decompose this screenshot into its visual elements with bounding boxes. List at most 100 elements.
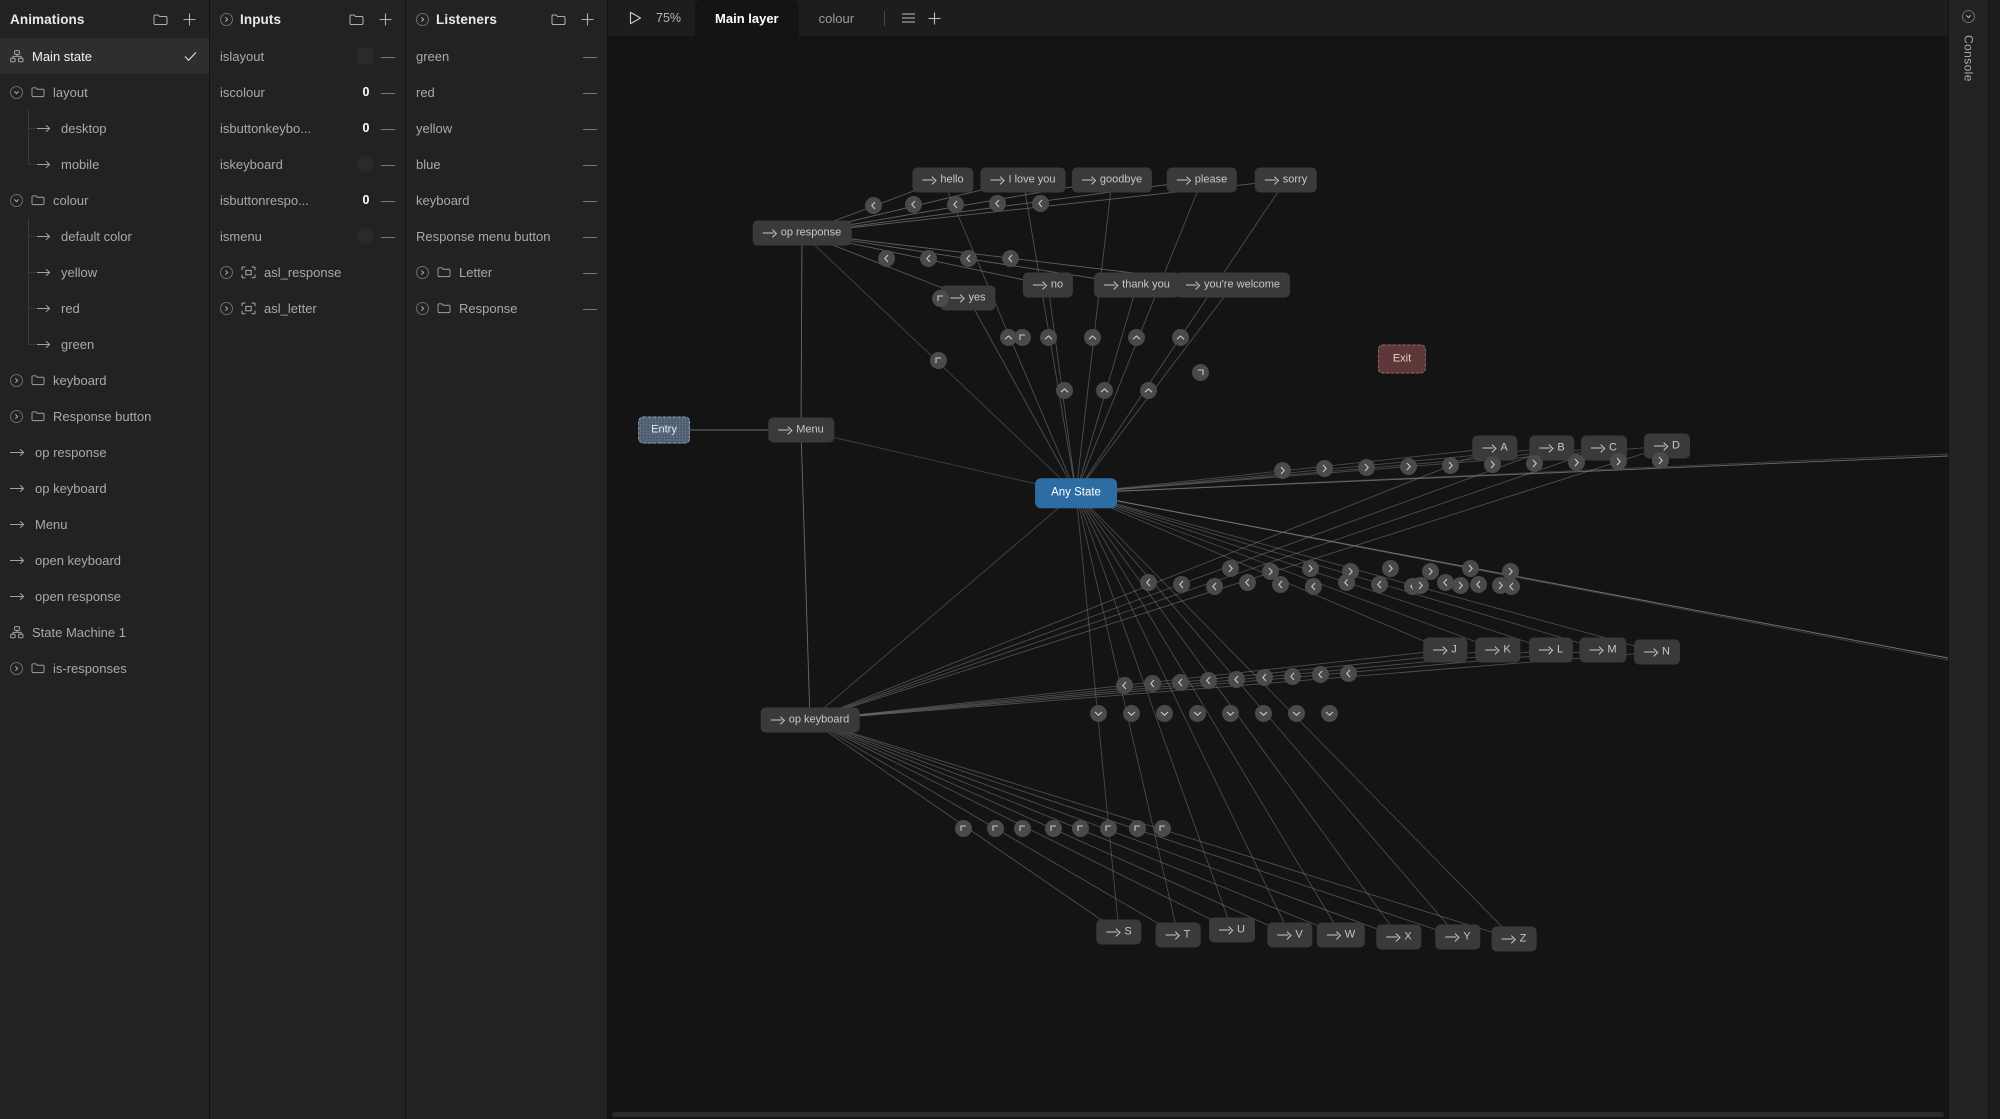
- transition-marker-icon[interactable]: [1399, 458, 1417, 476]
- transition-marker-icon[interactable]: [1381, 559, 1399, 577]
- tab-colour[interactable]: colour: [799, 0, 874, 36]
- listeners-item-response-menu-button[interactable]: Response menu button —: [406, 218, 607, 254]
- transition-marker-icon[interactable]: [1261, 562, 1279, 580]
- transition-marker-icon[interactable]: [1139, 381, 1157, 399]
- plus-icon[interactable]: [378, 12, 393, 27]
- transition-marker-icon[interactable]: [1039, 328, 1057, 346]
- inputs-item-iscolour[interactable]: iscolour 0 —: [210, 74, 405, 110]
- transition-marker-icon[interactable]: [1099, 819, 1117, 837]
- inputs-item-isbuttonrespo-[interactable]: isbuttonrespo... 0 —: [210, 182, 405, 218]
- inputs-item-value[interactable]: 0: [359, 193, 373, 207]
- graph-node-hello[interactable]: hello: [912, 167, 974, 193]
- graph-node-thankyou[interactable]: thank you: [1094, 272, 1180, 298]
- graph-node-u[interactable]: U: [1209, 917, 1255, 943]
- transition-marker-icon[interactable]: [1122, 704, 1140, 722]
- transition-marker-icon[interactable]: [929, 351, 947, 369]
- transition-marker-icon[interactable]: [1411, 576, 1429, 594]
- transition-marker-icon[interactable]: [877, 249, 895, 267]
- chevron-down-icon[interactable]: [1962, 10, 1975, 23]
- zoom-level[interactable]: 75%: [650, 11, 695, 25]
- listeners-item-red[interactable]: red —: [406, 74, 607, 110]
- horizontal-scrollbar[interactable]: [608, 1112, 1948, 1117]
- graph-node-menu[interactable]: Menu: [768, 417, 834, 443]
- transition-marker-icon[interactable]: [931, 289, 949, 307]
- transition-marker-icon[interactable]: [988, 195, 1006, 212]
- listeners-item-yellow[interactable]: yellow —: [406, 110, 607, 146]
- transition-marker-icon[interactable]: [1609, 452, 1627, 470]
- plus-icon[interactable]: [182, 12, 197, 27]
- animations-item-open-keyboard[interactable]: open keyboard: [0, 542, 209, 578]
- listeners-item-trailing[interactable]: —: [583, 229, 597, 243]
- transition-marker-icon[interactable]: [999, 328, 1017, 346]
- graph-node-no[interactable]: no: [1022, 272, 1074, 298]
- inputs-item-isbuttonkeybo-[interactable]: isbuttonkeybo... 0 —: [210, 110, 405, 146]
- listeners-item-keyboard[interactable]: keyboard —: [406, 182, 607, 218]
- chevron-right-icon[interactable]: [416, 12, 429, 26]
- inputs-item-toggle[interactable]: [357, 48, 373, 64]
- transition-marker-icon[interactable]: [1128, 819, 1146, 837]
- transition-marker-icon[interactable]: [1525, 454, 1543, 472]
- transition-marker-icon[interactable]: [1461, 559, 1479, 577]
- transition-marker-icon[interactable]: [959, 250, 977, 268]
- transition-marker-icon[interactable]: [1441, 457, 1459, 475]
- transition-marker-icon[interactable]: [946, 195, 964, 213]
- transition-marker-icon[interactable]: [1191, 363, 1209, 381]
- listeners-item-letter[interactable]: Letter —: [406, 254, 607, 290]
- transition-marker-icon[interactable]: [1055, 381, 1073, 399]
- transition-marker-icon[interactable]: [1451, 576, 1469, 594]
- chevron-right-icon[interactable]: [220, 265, 233, 279]
- transition-marker-icon[interactable]: [1071, 819, 1089, 837]
- transition-marker-icon[interactable]: [1083, 328, 1101, 346]
- inputs-item-asl-response[interactable]: asl_response: [210, 254, 405, 290]
- inputs-item-value[interactable]: 0: [359, 121, 373, 135]
- graph-node-please[interactable]: please: [1166, 167, 1238, 193]
- graph-node-exit[interactable]: Exit: [1377, 344, 1427, 374]
- transition-marker-icon[interactable]: [1339, 664, 1357, 682]
- transition-marker-icon[interactable]: [1227, 670, 1245, 688]
- transition-marker-icon[interactable]: [1199, 672, 1217, 689]
- transition-marker-icon[interactable]: [1273, 461, 1291, 479]
- graph-node-iloveyou[interactable]: I love you: [980, 167, 1066, 193]
- graph-node-sorry[interactable]: sorry: [1254, 167, 1318, 193]
- inputs-item-islayout[interactable]: islayout —: [210, 38, 405, 74]
- graph-node-x[interactable]: X: [1376, 924, 1422, 950]
- folder-icon[interactable]: [349, 13, 364, 26]
- graph-node-y[interactable]: Y: [1435, 924, 1481, 950]
- inputs-item-trailing[interactable]: —: [381, 157, 395, 171]
- chevron-right-icon[interactable]: [10, 409, 23, 423]
- transition-marker-icon[interactable]: [1254, 704, 1272, 722]
- transition-marker-icon[interactable]: [1205, 577, 1223, 595]
- transition-marker-icon[interactable]: [954, 819, 972, 837]
- animations-item-desktop[interactable]: desktop: [0, 110, 209, 146]
- transition-marker-icon[interactable]: [1255, 669, 1273, 686]
- chevron-right-icon[interactable]: [10, 373, 23, 387]
- listeners-item-trailing[interactable]: —: [583, 121, 597, 135]
- transition-marker-icon[interactable]: [1320, 704, 1338, 722]
- transition-marker-icon[interactable]: [1171, 673, 1189, 691]
- transition-marker-icon[interactable]: [1031, 194, 1049, 212]
- chevron-down-icon[interactable]: [10, 85, 23, 99]
- layers-menu-icon[interactable]: [895, 12, 921, 24]
- transition-marker-icon[interactable]: [1095, 381, 1113, 399]
- listeners-item-trailing[interactable]: —: [583, 157, 597, 171]
- chevron-right-icon[interactable]: [416, 265, 429, 279]
- inputs-item-toggle[interactable]: [357, 156, 373, 172]
- transition-marker-icon[interactable]: [1238, 573, 1256, 591]
- graph-node-m[interactable]: M: [1579, 637, 1627, 663]
- animations-item-colour[interactable]: colour: [0, 182, 209, 218]
- animations-item-red[interactable]: red: [0, 290, 209, 326]
- transition-marker-icon[interactable]: [1089, 704, 1107, 722]
- transition-marker-icon[interactable]: [1491, 576, 1509, 594]
- graph-node-entry[interactable]: Entry: [638, 416, 690, 444]
- graph-node-s[interactable]: S: [1096, 919, 1142, 945]
- animations-item-is-responses[interactable]: is-responses: [0, 650, 209, 686]
- animations-item-layout[interactable]: layout: [0, 74, 209, 110]
- animations-item-main-state[interactable]: Main state: [0, 38, 209, 74]
- graph-node-l[interactable]: L: [1528, 637, 1574, 663]
- animations-item-yellow[interactable]: yellow: [0, 254, 209, 290]
- transition-marker-icon[interactable]: [1153, 819, 1171, 837]
- transition-marker-icon[interactable]: [986, 819, 1004, 837]
- transition-marker-icon[interactable]: [919, 249, 937, 267]
- transition-marker-icon[interactable]: [1651, 451, 1669, 469]
- transition-marker-icon[interactable]: [1171, 328, 1189, 346]
